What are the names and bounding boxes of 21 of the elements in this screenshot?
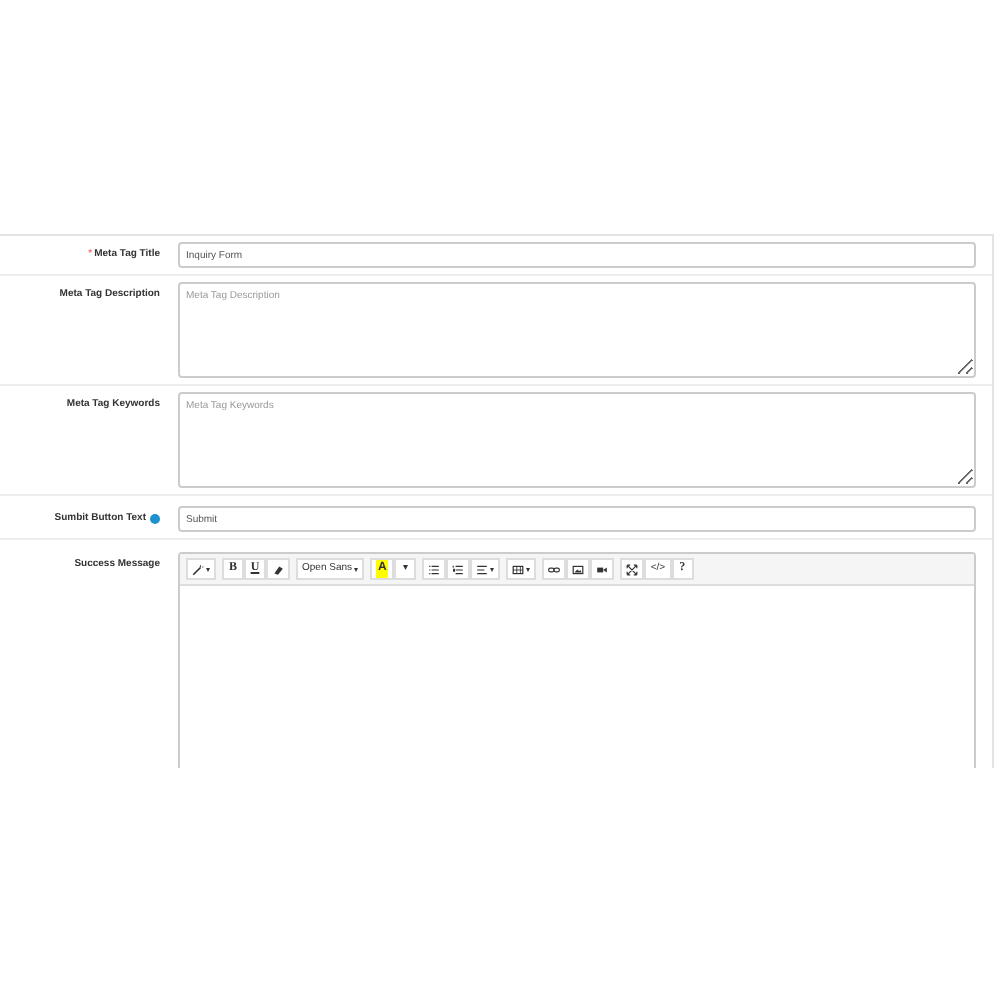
eraser-icon (272, 563, 284, 575)
numbered-list-icon (452, 563, 465, 575)
link-button[interactable] (542, 558, 567, 580)
link-icon (548, 563, 561, 575)
bullet-list-button[interactable] (422, 558, 447, 580)
expand-icon (626, 563, 639, 575)
image-icon (572, 563, 585, 575)
bullet-list-icon (428, 563, 441, 575)
align-icon (476, 563, 489, 575)
numbered-list-button[interactable] (446, 558, 471, 580)
help-icon[interactable] (150, 513, 160, 523)
image-button[interactable] (566, 558, 591, 580)
align-button[interactable] (470, 558, 501, 580)
eraser-button[interactable] (266, 558, 290, 580)
expand-button[interactable] (620, 558, 645, 580)
video-button[interactable] (590, 558, 615, 580)
table-icon (512, 563, 525, 575)
table-button[interactable] (506, 558, 537, 580)
magic-wand-icon (192, 563, 204, 575)
magic-wand-button[interactable] (186, 558, 216, 580)
video-icon (596, 563, 609, 575)
